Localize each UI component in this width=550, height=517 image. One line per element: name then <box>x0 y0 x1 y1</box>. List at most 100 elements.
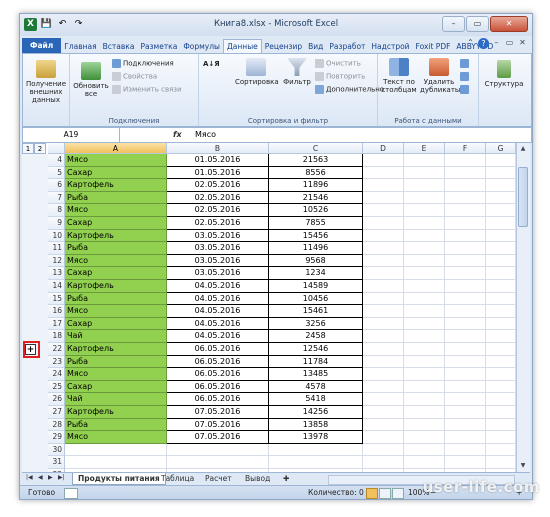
cell-date[interactable] <box>167 443 269 457</box>
cell-date[interactable]: 04.05.2016 <box>167 330 269 343</box>
cell-amount[interactable]: 14589 <box>269 280 363 293</box>
cell-empty[interactable] <box>486 242 516 255</box>
cell-product[interactable]: Чай <box>65 393 167 406</box>
cell-empty[interactable] <box>363 305 404 318</box>
cell-empty[interactable] <box>486 380 516 394</box>
next-sheet-icon[interactable]: ▶ <box>48 474 53 481</box>
consolidate-icon[interactable] <box>460 72 471 81</box>
cell-empty[interactable] <box>445 229 486 243</box>
cell-product[interactable]: Рыба <box>65 418 167 432</box>
cell-empty[interactable] <box>486 355 516 369</box>
cell-empty[interactable] <box>363 179 404 192</box>
cell-empty[interactable] <box>404 368 445 381</box>
cell-amount[interactable]: 10456 <box>269 292 363 306</box>
cell-empty[interactable] <box>445 343 486 356</box>
cell-amount[interactable]: 15461 <box>269 305 363 318</box>
cell-empty[interactable] <box>363 254 404 268</box>
row-header[interactable]: 11 <box>48 242 65 255</box>
cell-empty[interactable] <box>486 343 516 356</box>
cell-amount[interactable] <box>269 456 363 469</box>
cell-empty[interactable] <box>404 456 445 469</box>
minimize-button[interactable]: – <box>442 16 465 32</box>
cell-empty[interactable] <box>486 191 516 205</box>
cell-empty[interactable] <box>363 456 404 469</box>
cell-amount[interactable]: 13978 <box>269 431 363 444</box>
scroll-thumb[interactable] <box>518 167 528 227</box>
cell-empty[interactable] <box>445 179 486 192</box>
cell-date[interactable]: 06.05.2016 <box>167 343 269 356</box>
cell-empty[interactable] <box>445 355 486 369</box>
workbook-restore-icon[interactable]: ▭ <box>504 38 515 49</box>
cell-empty[interactable] <box>486 393 516 406</box>
cell-empty[interactable] <box>404 229 445 243</box>
cell-amount[interactable]: 3256 <box>269 317 363 331</box>
cell-date[interactable]: 01.05.2016 <box>167 166 269 180</box>
cell-empty[interactable] <box>404 154 445 167</box>
row-header[interactable]: 24 <box>48 368 65 381</box>
tab-foxit[interactable]: Foxit PDF <box>413 40 454 53</box>
cell-empty[interactable] <box>363 191 404 205</box>
cell-amount[interactable]: 15456 <box>269 229 363 243</box>
cell-product[interactable]: Сахар <box>65 166 167 180</box>
cell-empty[interactable] <box>363 242 404 255</box>
cell-amount[interactable]: 7855 <box>269 217 363 230</box>
cell-product[interactable]: Мясо <box>65 154 167 167</box>
cell-empty[interactable] <box>363 406 404 419</box>
macro-record-icon[interactable] <box>64 488 78 499</box>
cell-amount[interactable]: 21563 <box>269 154 363 167</box>
filter-button[interactable]: Фильтр <box>281 58 313 86</box>
column-header-a[interactable]: A <box>65 143 167 154</box>
cell-empty[interactable] <box>363 393 404 406</box>
cell-date[interactable]: 03.05.2016 <box>167 242 269 255</box>
cell-empty[interactable] <box>445 330 486 343</box>
tab-addins[interactable]: Надстрой <box>368 40 412 53</box>
cell-product[interactable]: Рыба <box>65 355 167 369</box>
prev-sheet-icon[interactable]: ◀ <box>38 474 43 481</box>
cell-product[interactable]: Сахар <box>65 380 167 394</box>
page-layout-icon[interactable] <box>379 488 391 499</box>
row-header[interactable]: 9 <box>48 217 65 230</box>
cell-empty[interactable] <box>486 456 516 469</box>
cell-date[interactable]: 06.05.2016 <box>167 380 269 394</box>
cell-empty[interactable] <box>445 305 486 318</box>
row-header[interactable]: 30 <box>48 443 65 457</box>
tab-home[interactable]: Главная <box>61 40 99 53</box>
column-header-f[interactable]: F <box>445 143 486 154</box>
cell-empty[interactable] <box>404 355 445 369</box>
outline-level-1[interactable]: 1 <box>22 143 34 154</box>
row-header[interactable]: 17 <box>48 317 65 331</box>
cell-date[interactable]: 03.05.2016 <box>167 229 269 243</box>
tab-layout[interactable]: Разметка <box>137 40 180 53</box>
cell-product[interactable]: Мясо <box>65 431 167 444</box>
cell-empty[interactable] <box>404 330 445 343</box>
cell-product[interactable]: Картофель <box>65 406 167 419</box>
cell-amount[interactable]: 4578 <box>269 380 363 394</box>
cell-empty[interactable] <box>363 431 404 444</box>
tab-view[interactable]: Вид <box>305 40 326 53</box>
cell-amount[interactable]: 13858 <box>269 418 363 432</box>
cell-empty[interactable] <box>486 406 516 419</box>
cell-product[interactable]: Картофель <box>65 229 167 243</box>
cell-empty[interactable] <box>363 343 404 356</box>
reapply-button[interactable]: Повторить <box>315 72 365 81</box>
cell-empty[interactable] <box>404 267 445 280</box>
cell-empty[interactable] <box>486 368 516 381</box>
cell-product[interactable]: Чай <box>65 330 167 343</box>
cell-product[interactable]: Рыба <box>65 292 167 306</box>
cell-empty[interactable] <box>445 242 486 255</box>
row-header[interactable]: 7 <box>48 191 65 205</box>
cell-empty[interactable] <box>404 305 445 318</box>
expand-group-button[interactable]: + <box>25 344 36 355</box>
cell-empty[interactable] <box>445 317 486 331</box>
tab-insert[interactable]: Вставка <box>100 40 138 53</box>
cell-date[interactable]: 03.05.2016 <box>167 267 269 280</box>
row-header[interactable]: 26 <box>48 393 65 406</box>
cell-empty[interactable] <box>363 317 404 331</box>
cell-amount[interactable]: 1234 <box>269 267 363 280</box>
cell-empty[interactable] <box>363 229 404 243</box>
cell-empty[interactable] <box>404 292 445 306</box>
cell-empty[interactable] <box>404 431 445 444</box>
row-header[interactable]: 12 <box>48 254 65 268</box>
column-header-d[interactable]: D <box>363 143 404 154</box>
tab-developer[interactable]: Разработ <box>326 40 368 53</box>
